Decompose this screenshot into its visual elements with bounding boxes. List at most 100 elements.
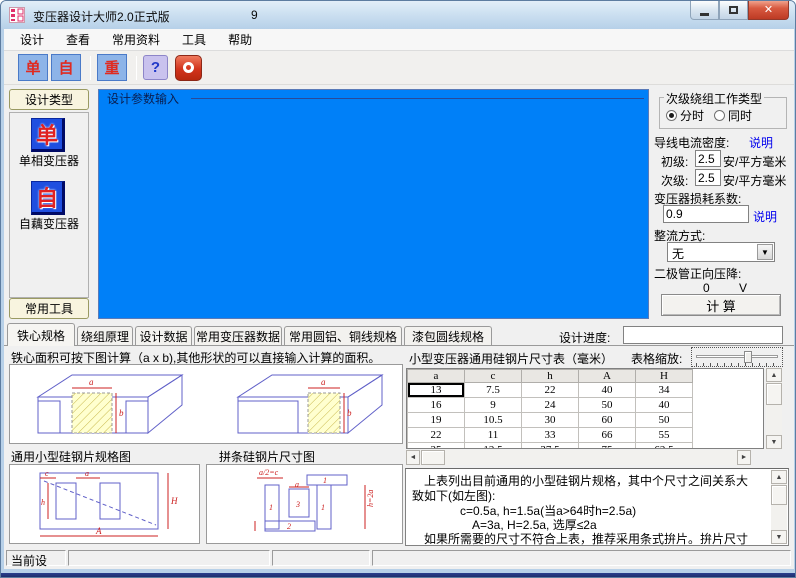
slider-thumb[interactable]: [744, 351, 752, 363]
minimize-button[interactable]: [690, 1, 719, 20]
radio-time-shared[interactable]: [666, 110, 677, 121]
chevron-down-icon[interactable]: ▼: [757, 244, 773, 260]
scroll-thumb[interactable]: [766, 383, 782, 405]
table-cell[interactable]: 50: [579, 398, 636, 413]
table-cell[interactable]: 16: [408, 398, 465, 413]
rectifier-mode-select[interactable]: 无 ▼: [667, 242, 775, 262]
primary-density-label: 初级:: [661, 153, 688, 170]
steel-sheet-table-title: 小型变压器通用硅钢片尺寸表（毫米）: [409, 350, 613, 367]
table-zoom-slider[interactable]: [691, 347, 783, 367]
iso2-dim-a: a: [321, 377, 326, 387]
menu-help[interactable]: 帮助: [220, 28, 260, 51]
table-cell-selected[interactable]: 13: [408, 383, 465, 398]
table-cell[interactable]: 66: [579, 428, 636, 443]
single-phase-transformer-icon[interactable]: 单: [31, 118, 65, 152]
column-header-c: c: [465, 370, 522, 383]
table-cell[interactable]: 50: [636, 413, 693, 428]
scroll-right-icon[interactable]: ►: [737, 450, 751, 465]
primary-density-input[interactable]: [695, 150, 721, 167]
scroll-up-icon[interactable]: ▲: [766, 368, 782, 382]
radio-simultaneous[interactable]: [714, 110, 725, 121]
radio-time-shared-label: 分时: [680, 107, 704, 124]
table-cell[interactable]: 7.5: [465, 383, 522, 398]
design-panel-caption-rule: [191, 98, 644, 99]
menu-view[interactable]: 查看: [58, 28, 98, 51]
table-cell[interactable]: 25: [408, 443, 465, 450]
table-row: 13 7.5 22 40 34: [408, 383, 693, 398]
notes-vertical-scrollbar[interactable]: ▲ ▼: [771, 470, 787, 544]
menu-tools[interactable]: 工具: [174, 28, 214, 51]
tab-wire-spec[interactable]: 常用圆铝、铜线规格: [284, 326, 402, 346]
current-density-label: 导线电流密度:: [654, 134, 729, 151]
diode-drop-value: 0: [703, 281, 710, 295]
scroll-left-icon[interactable]: ◄: [406, 450, 420, 465]
f2-dim-h2a: h=2a: [366, 490, 375, 507]
column-header-h: h: [522, 370, 579, 383]
table-cell[interactable]: 40: [579, 383, 636, 398]
tab-common-transformer-data[interactable]: 常用变压器数据: [194, 326, 282, 346]
table-cell[interactable]: 34: [636, 383, 693, 398]
tab-core-spec[interactable]: 铁心规格: [7, 323, 75, 346]
table-cell[interactable]: 30: [522, 413, 579, 428]
table-cell[interactable]: 60: [579, 413, 636, 428]
scroll-down-icon[interactable]: ▼: [766, 435, 782, 449]
table-cell[interactable]: 10.5: [465, 413, 522, 428]
status-field-3: [372, 550, 791, 566]
table-cell[interactable]: 19: [408, 413, 465, 428]
toolbar-single-phase-button[interactable]: 单: [18, 54, 48, 81]
maximize-button[interactable]: [719, 1, 748, 20]
help-icon[interactable]: ?: [143, 55, 168, 80]
current-density-help-link[interactable]: 说明: [749, 134, 773, 151]
scroll-down-icon[interactable]: ▼: [771, 530, 787, 544]
scroll-up-icon[interactable]: ▲: [771, 470, 787, 484]
exit-icon[interactable]: [175, 55, 202, 81]
tab-design-data[interactable]: 设计数据: [135, 326, 192, 346]
table-row: 16 9 24 50 40: [408, 398, 693, 413]
tab-winding-principle[interactable]: 绕组原理: [77, 326, 133, 346]
calculate-button[interactable]: 计 算: [661, 294, 781, 316]
loss-factor-input[interactable]: [663, 205, 749, 223]
loss-factor-help-link[interactable]: 说明: [753, 208, 777, 225]
f2-piece-1-top: 1: [323, 476, 327, 485]
app-icon: [9, 7, 25, 23]
close-button[interactable]: ✕: [748, 1, 789, 20]
lamination-figure-label: 通用小型硅钢片规格图: [11, 448, 131, 465]
table-cell[interactable]: 33: [522, 428, 579, 443]
menu-design[interactable]: 设计: [12, 28, 52, 51]
tab-enameled-wire-spec[interactable]: 漆包圆线规格: [404, 326, 492, 346]
scroll-thumb[interactable]: [421, 450, 445, 465]
auto-transformer-icon[interactable]: 自: [31, 181, 65, 215]
table-zoom-label: 表格缩放:: [631, 350, 682, 367]
table-cell[interactable]: 22: [522, 383, 579, 398]
table-cell[interactable]: 9: [465, 398, 522, 413]
sidebar-header-design-type[interactable]: 设计类型: [9, 89, 89, 110]
secondary-density-input[interactable]: [695, 169, 721, 186]
tab-page-divider: [4, 345, 794, 346]
status-field-1: [68, 550, 270, 566]
rectifier-mode-value: 无: [672, 245, 684, 262]
design-progress-field[interactable]: [623, 326, 783, 344]
table-cell[interactable]: 37.5: [522, 443, 579, 450]
table-row: 19 10.5 30 60 50: [408, 413, 693, 428]
status-bar: 当前设计:: [4, 547, 794, 569]
table-cell[interactable]: 75: [579, 443, 636, 450]
table-cell[interactable]: 11: [465, 428, 522, 443]
table-cell[interactable]: 55: [636, 428, 693, 443]
winding-type-groupbox: 次级绕组工作类型 分时 同时: [659, 97, 787, 129]
table-horizontal-scrollbar[interactable]: ◄ ►: [406, 450, 751, 465]
status-field-2: [272, 550, 370, 566]
sidebar-footer-common-tools[interactable]: 常用工具: [9, 298, 89, 319]
scroll-thumb[interactable]: [771, 485, 787, 505]
table-cell[interactable]: 40: [636, 398, 693, 413]
table-cell[interactable]: 12.5: [465, 443, 522, 450]
table-row: 25 12.5 37.5 75 62.5: [408, 443, 693, 450]
table-cell[interactable]: 24: [522, 398, 579, 413]
table-cell[interactable]: 62.5: [636, 443, 693, 450]
table-vertical-scrollbar[interactable]: ▲ ▼: [766, 368, 782, 449]
steel-sheet-notes-box: 上表列出目前通用的小型硅钢片规格，其中个尺寸之间关系大 致如下(如左图): c=…: [405, 468, 789, 546]
toolbar-redesign-button[interactable]: 重: [97, 54, 127, 81]
f2-piece-1-left: 1: [269, 503, 273, 512]
table-cell[interactable]: 22: [408, 428, 465, 443]
menu-reference[interactable]: 常用资料: [104, 28, 168, 51]
toolbar-auto-transformer-button[interactable]: 自: [51, 54, 81, 81]
